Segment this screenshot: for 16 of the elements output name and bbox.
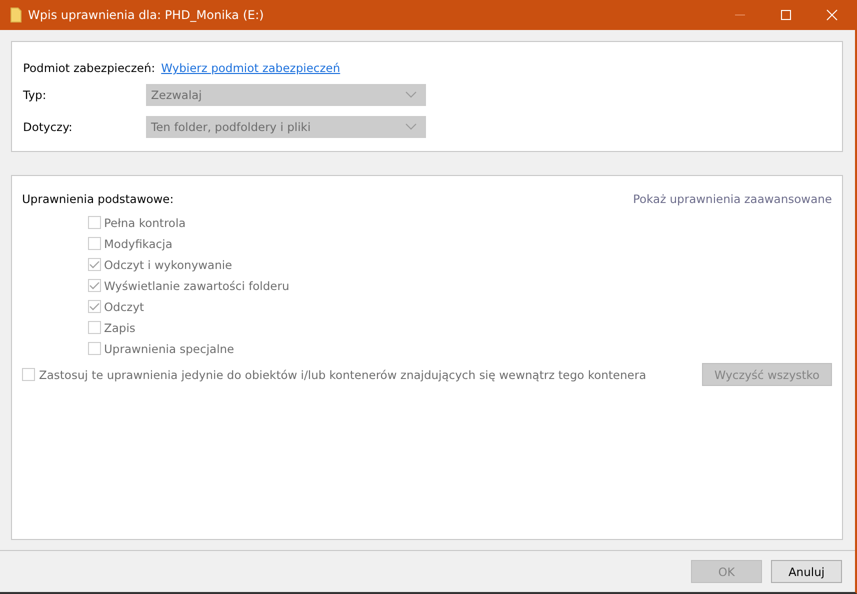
advanced-permissions-link[interactable]: Pokaż uprawnienia zaawansowane xyxy=(633,192,832,206)
principal-label: Podmiot zabezpieczeń: xyxy=(23,61,156,75)
maximize-icon xyxy=(780,9,792,21)
window-title: Wpis uprawnienia dla: PHD_Monika (E:) xyxy=(28,8,264,22)
check-icon xyxy=(89,302,100,311)
chevron-down-icon xyxy=(405,123,417,131)
folder-icon xyxy=(10,7,22,23)
check-icon xyxy=(89,260,100,269)
field-label: Dotyczy: xyxy=(23,120,74,134)
section-title: Uprawnienia podstawowe: xyxy=(22,192,174,206)
field-label: Typ: xyxy=(23,88,48,102)
close-icon xyxy=(826,9,838,21)
check-icon xyxy=(89,281,100,290)
chevron-down-icon xyxy=(405,91,417,99)
dialog-button[interactable]: Anuluj xyxy=(771,560,842,583)
select-principal-link[interactable]: Wybierz podmiot zabezpieczeń xyxy=(161,61,340,75)
